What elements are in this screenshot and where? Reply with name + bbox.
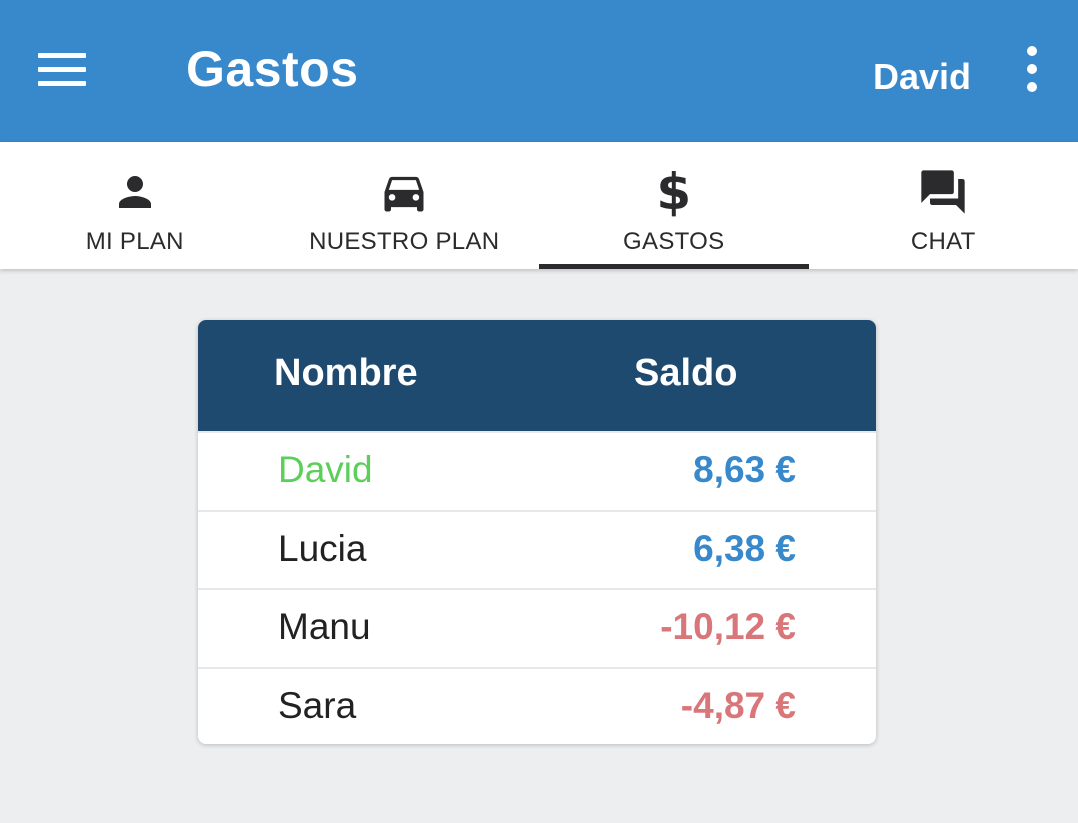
tab-label: CHAT [910,228,976,255]
row-balance: 6,38 € [693,527,796,569]
hamburger-menu-icon[interactable] [30,44,94,94]
row-balance: -4,87 € [680,684,796,726]
balances-table: Nombre Saldo David 8,63 € Lucia 6,38 € M… [198,320,876,744]
tab-label: GASTOS [623,228,725,255]
tab-nuestro-plan[interactable]: NUESTRO PLAN [270,142,540,269]
dollar-icon: $ [656,163,692,221]
person-icon [109,166,161,218]
row-balance: 8,63 € [693,449,796,490]
table-row[interactable]: Sara -4,87 € [198,666,876,745]
page-title: Gastos [186,41,359,97]
tab-bar: MI PLAN NUESTRO PLAN $ GASTOS CHAT [0,142,1078,269]
car-icon [378,166,430,218]
row-name: Lucia [278,527,367,569]
row-balance: -10,12 € [660,606,796,647]
table-header: Nombre Saldo [198,320,876,431]
row-name: Sara [278,684,357,726]
tab-label: MI PLAN [85,228,184,255]
column-header-name: Nombre [274,352,418,394]
table-row[interactable]: Manu -10,12 € [198,588,876,667]
row-name: David [278,449,373,490]
tab-label: NUESTRO PLAN [309,228,500,255]
current-user-name[interactable]: David [873,56,971,98]
table-row[interactable]: Lucia 6,38 € [198,509,876,589]
chat-icon [917,166,969,218]
row-name: Manu [278,606,371,647]
tab-chat[interactable]: CHAT [809,142,1078,269]
tab-mi-plan[interactable]: MI PLAN [0,142,270,269]
tab-gastos[interactable]: $ GASTOS [539,142,809,269]
more-vertical-icon[interactable] [1022,46,1042,92]
app-bar: Gastos David [0,0,1078,142]
column-header-balance: Saldo [634,352,738,394]
table-row[interactable]: David 8,63 € [198,431,876,510]
